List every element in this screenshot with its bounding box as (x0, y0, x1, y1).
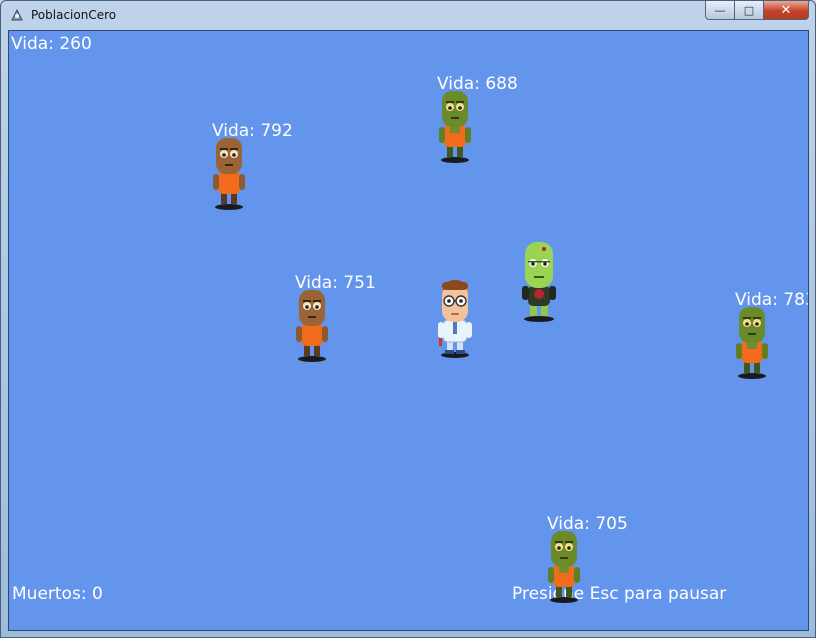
zombie-life-label: Vida: 783 (735, 290, 809, 310)
lime-zombie-sprite (522, 242, 556, 322)
kills-counter: Muertos: 0 (12, 584, 103, 604)
maximize-button[interactable]: □ (735, 1, 764, 20)
close-icon: ✕ (780, 2, 792, 18)
minimize-button[interactable]: — (705, 1, 735, 20)
window-title: PoblacionCero (31, 8, 117, 22)
zombie-life-label: Vida: 751 (295, 273, 376, 293)
zombie-life-label: Vida: 705 (547, 514, 628, 534)
close-button[interactable]: ✕ (764, 1, 809, 20)
app-icon (11, 8, 23, 21)
game-canvas[interactable]: Vida: 260 Muertos: 0 Presione Esc para p… (8, 30, 809, 631)
maximize-icon: □ (743, 3, 755, 17)
app-window: PoblacionCero — □ ✕ Vida: 260 Muertos: 0… (0, 0, 816, 638)
minimize-icon: — (714, 3, 726, 17)
zombie-life-label: Vida: 792 (212, 121, 293, 141)
title-bar[interactable]: PoblacionCero — □ ✕ (1, 1, 815, 29)
zombie-life-label: Vida: 688 (437, 74, 518, 94)
player-life-label: Vida: 260 (11, 34, 92, 54)
player-character (438, 280, 472, 358)
